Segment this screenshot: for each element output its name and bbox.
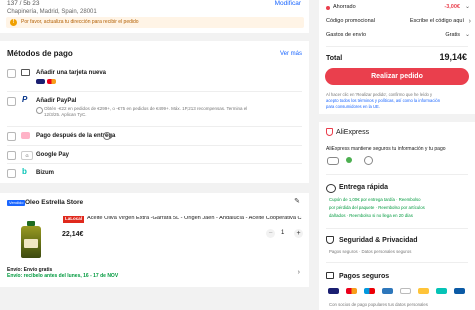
warning-icon: ! [10, 19, 17, 26]
secure-payments-title: Pagos seguros [339, 273, 390, 280]
payment-methods-card: Métodos de pago Ver más Añadir una tarje… [0, 41, 309, 183]
store-name[interactable]: Oleo Estrella Store [25, 199, 83, 207]
verified-icon [346, 157, 352, 163]
payment-option-checkbox[interactable] [7, 132, 16, 141]
product-image[interactable] [19, 221, 43, 258]
divider [7, 91, 302, 92]
payment-option-checkbox[interactable] [7, 69, 16, 78]
mastercard-icon [47, 79, 56, 84]
legal-text-line1: Al hacer clic en 'Realizar pedido', conf… [326, 92, 433, 97]
payment-option-label: Google Pay [36, 152, 70, 158]
divider [326, 174, 468, 175]
chevron-down-icon[interactable]: ⌄ [465, 32, 470, 38]
jcb-icon [454, 288, 465, 294]
credit-card-icon [21, 69, 30, 76]
total-label: Total [326, 55, 343, 62]
mastercard-icon [346, 288, 357, 294]
payment-option-card[interactable]: Añadir una tarjeta nueva [0, 66, 309, 89]
delivery-estimate: Envío: recibelo antes del lunes, 16 - 17… [7, 273, 119, 279]
modify-address-link[interactable]: Modificar [275, 0, 301, 8]
lock-icon [364, 156, 373, 165]
paypal-promo-text: Obtén -€22 en pedidos de €299+, o -€75 e… [44, 106, 248, 118]
info-icon [36, 107, 43, 114]
fast-delivery-line1: Cupón de 1,00€ por entrega tardía · Reem… [329, 197, 421, 202]
klarna-icon [21, 132, 30, 139]
payment-option-bizum[interactable]: b Bizum [0, 166, 309, 180]
fast-delivery-title[interactable]: Entrega rápida [339, 184, 388, 191]
decrease-quantity-button[interactable]: − [266, 229, 275, 238]
truck-icon [326, 184, 336, 193]
google-pay-icon [400, 288, 411, 294]
shipping-cost-label: Gastos de envío [326, 32, 367, 38]
payment-option-label: Añadir una tarjeta nueva [36, 70, 107, 76]
maestro-icon [364, 288, 375, 294]
visa-icon [36, 79, 45, 84]
paypal-icon [418, 288, 429, 294]
divider [7, 163, 302, 164]
brand-name: AliExpress [336, 129, 370, 136]
visa-icon [328, 288, 339, 294]
divider [7, 145, 302, 146]
chevron-right-icon[interactable]: › [298, 269, 300, 276]
payment-option-checkbox[interactable] [7, 169, 16, 178]
see-more-link[interactable]: Ver más [280, 51, 302, 57]
quantity-stepper: − 1 + [266, 229, 304, 239]
promo-code-input[interactable]: Escribe el código aquí [410, 18, 464, 25]
total-value: 19,14€ [439, 52, 467, 62]
promo-code-label: Código promocional [326, 18, 375, 24]
google-pay-icon: G [21, 151, 33, 160]
increase-quantity-button[interactable]: + [294, 229, 303, 238]
privacy-title[interactable]: Seguridad & Privacidad [339, 237, 418, 244]
trust-card: AliExpress AliExpress mantiene seguros t… [319, 122, 475, 310]
wallet-icon [326, 272, 334, 279]
payment-option-label: Bizum [36, 170, 54, 176]
terms-link[interactable]: acepto todos los términos y políticas, a… [326, 98, 440, 103]
divider [326, 228, 468, 229]
payment-option-google-pay[interactable]: G Google Pay [0, 148, 309, 162]
card-security-icon [327, 157, 339, 165]
divider [326, 46, 468, 47]
order-summary-card: Ahorrado -3,00€ ⌄ Código promocional Esc… [319, 0, 475, 114]
bizum-icon [436, 288, 447, 294]
bizum-icon: b [22, 167, 27, 176]
amex-icon [382, 288, 393, 294]
privacy-text: Pagos seguros · Datos personales seguros [329, 249, 412, 254]
trust-message: AliExpress mantiene seguros tu informaci… [326, 146, 446, 152]
savings-icon [326, 6, 330, 10]
help-icon[interactable]: ? [103, 132, 111, 140]
divider [7, 126, 302, 127]
payment-option-checkbox[interactable] [7, 97, 16, 106]
shield-icon [326, 128, 333, 136]
payment-option-label: Añadir PayPal [36, 98, 77, 104]
address-line2: Chapinería, Madrid, Spain, 28001 [7, 9, 97, 15]
place-order-button[interactable]: Realizar pedido [325, 68, 469, 85]
payment-title: Métodos de pago [7, 49, 73, 58]
paypal-icon: P [22, 95, 28, 104]
shield-check-icon [326, 236, 334, 244]
store-card: Vendido Oleo Estrella Store ✎ LaLocal Ac… [0, 193, 309, 287]
savings-label: Ahorrado [333, 4, 356, 10]
divider [326, 262, 468, 263]
fast-delivery-line3: dañados · Reembolso si no llega en 20 dí… [329, 213, 413, 218]
savings-value: -3,00€ [444, 4, 460, 10]
payment-option-klarna[interactable]: Pago después de la entrega ? [0, 129, 309, 143]
chevron-right-icon[interactable]: › [469, 18, 471, 25]
product-price: 22,14€ [62, 231, 84, 238]
payment-option-checkbox[interactable] [7, 151, 16, 160]
address-warning-text: Por favor, actualiza tu dirección para r… [21, 19, 139, 25]
fast-delivery-line2: por pérdida del paquete · Reembolso por … [329, 205, 425, 210]
seller-badge: Vendido [7, 200, 26, 206]
product-brand-tag: LaLocal [63, 216, 85, 223]
edit-icon[interactable]: ✎ [294, 198, 300, 205]
shipping-cost-value: Gratis [445, 32, 460, 38]
address-line1: 137 / 5b 23 [7, 0, 40, 7]
consumer-info-link[interactable]: para consumidores en la UE. [326, 104, 380, 109]
secure-payments-text: Con socios de pago populares tus datos p… [329, 302, 428, 307]
payment-option-paypal[interactable]: P Añadir PayPal Obtén -€22 en pedidos de… [0, 94, 309, 123]
address-warning-banner: ! Por favor, actualiza tu dirección para… [6, 17, 304, 28]
address-card: 137 / 5b 23 Chapinería, Madrid, Spain, 2… [0, 0, 309, 33]
quantity-value[interactable]: 1 [281, 230, 284, 236]
chevron-down-icon[interactable]: ⌄ [465, 4, 470, 10]
product-title[interactable]: Aceite Oliva Virgen Extra -Garrafa 5L - … [87, 216, 302, 222]
